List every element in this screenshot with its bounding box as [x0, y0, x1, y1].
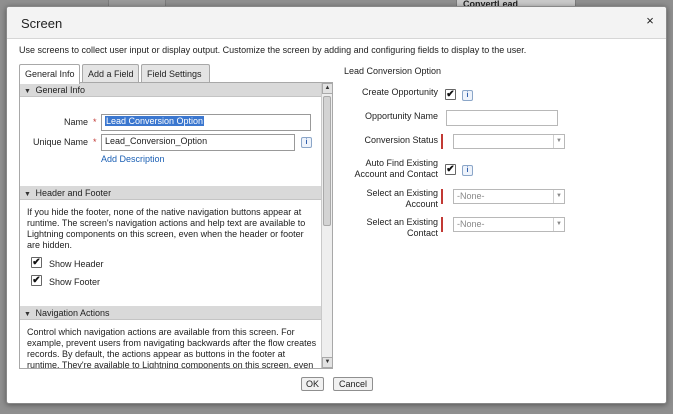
- select-account-value: -None-: [457, 191, 485, 201]
- section-header-general-info[interactable]: ▼ General Info: [20, 83, 321, 97]
- section-title: General Info: [35, 85, 86, 95]
- required-indicator: [441, 217, 443, 232]
- name-input-value: Lead Conversion Option: [105, 116, 205, 126]
- required-indicator: [441, 189, 443, 204]
- tab-field-settings[interactable]: Field Settings: [141, 64, 210, 83]
- select-account-label-line-1: Select an Existing: [366, 188, 438, 198]
- opportunity-name-input[interactable]: [446, 110, 558, 126]
- select-account-select[interactable]: -None- ▼: [453, 189, 565, 204]
- opportunity-name-label: Opportunity Name: [364, 111, 438, 121]
- modal-intro-text: Use screens to collect user input or dis…: [19, 45, 527, 55]
- show-footer-label: Show Footer: [49, 277, 101, 287]
- scroll-down-icon[interactable]: ▼: [322, 357, 332, 368]
- name-label: Name: [63, 117, 88, 127]
- unique-name-input[interactable]: Lead_Conversion_Option: [101, 134, 295, 151]
- select-account-label: Select an Existing Account: [328, 188, 438, 210]
- auto-find-checkbox[interactable]: ✔: [445, 164, 456, 175]
- conversion-status-label: Conversion Status: [364, 135, 438, 145]
- tab-general-info[interactable]: General Info: [19, 64, 80, 84]
- modal-header: Screen ×: [7, 7, 666, 39]
- create-opportunity-label: Create Opportunity: [361, 87, 438, 97]
- chevron-down-icon: ▼: [553, 218, 564, 231]
- conversion-status-select[interactable]: ▼: [453, 134, 565, 149]
- section-title: Header and Footer: [35, 188, 112, 198]
- required-asterisk-icon: *: [93, 137, 97, 147]
- name-input[interactable]: Lead Conversion Option: [101, 114, 311, 131]
- header-footer-description: If you hide the footer, none of the nati…: [27, 207, 306, 250]
- create-opportunity-checkbox[interactable]: ✔: [445, 89, 456, 100]
- show-header-checkbox[interactable]: ✔: [31, 257, 42, 268]
- modal-title: Screen: [21, 16, 63, 31]
- show-footer-checkbox[interactable]: ✔: [31, 275, 42, 286]
- auto-find-label-line-1: Auto Find Existing: [365, 158, 438, 168]
- navigation-actions-description: Control which navigation actions are ava…: [27, 327, 317, 368]
- auto-find-label-line-2: Account and Contact: [354, 169, 438, 179]
- select-contact-select[interactable]: -None- ▼: [453, 217, 565, 232]
- section-title: Navigation Actions: [35, 308, 110, 318]
- chevron-down-icon: ▼: [553, 190, 564, 203]
- select-contact-label: Select an Existing Contact: [328, 217, 438, 239]
- ok-button[interactable]: OK: [301, 377, 324, 391]
- info-icon[interactable]: i: [301, 137, 312, 148]
- required-asterisk-icon: *: [93, 117, 97, 127]
- select-contact-value: -None-: [457, 219, 485, 229]
- chevron-down-icon: ▼: [553, 135, 564, 148]
- select-contact-label-line-1: Select an Existing: [366, 217, 438, 227]
- collapse-triangle-icon: ▼: [24, 191, 31, 198]
- select-contact-label-line-2: Contact: [406, 228, 438, 238]
- close-icon[interactable]: ×: [644, 14, 656, 27]
- section-header-navigation-actions[interactable]: ▼ Navigation Actions: [20, 306, 321, 320]
- collapse-triangle-icon: ▼: [24, 311, 31, 318]
- tab-add-a-field[interactable]: Add a Field: [82, 64, 139, 83]
- info-icon[interactable]: i: [462, 165, 473, 176]
- select-account-label-line-2: Account: [405, 199, 438, 209]
- show-header-label: Show Header: [49, 259, 104, 269]
- general-info-panel: ▼ General Info Name * Lead Conversion Op…: [19, 82, 333, 369]
- info-icon[interactable]: i: [462, 90, 473, 101]
- collapse-triangle-icon: ▼: [24, 88, 31, 95]
- preview-screen-title: Lead Conversion Option: [344, 66, 442, 76]
- add-description-link[interactable]: Add Description: [101, 154, 165, 164]
- required-indicator: [441, 134, 443, 149]
- unique-name-label: Unique Name: [32, 137, 88, 147]
- section-header-header-footer[interactable]: ▼ Header and Footer: [20, 186, 321, 200]
- screen-modal: Screen × Use screens to collect user inp…: [6, 6, 667, 404]
- auto-find-label: Auto Find Existing Account and Contact: [328, 158, 438, 180]
- general-info-scroll-area: ▼ General Info Name * Lead Conversion Op…: [20, 83, 321, 368]
- cancel-button[interactable]: Cancel: [333, 377, 373, 391]
